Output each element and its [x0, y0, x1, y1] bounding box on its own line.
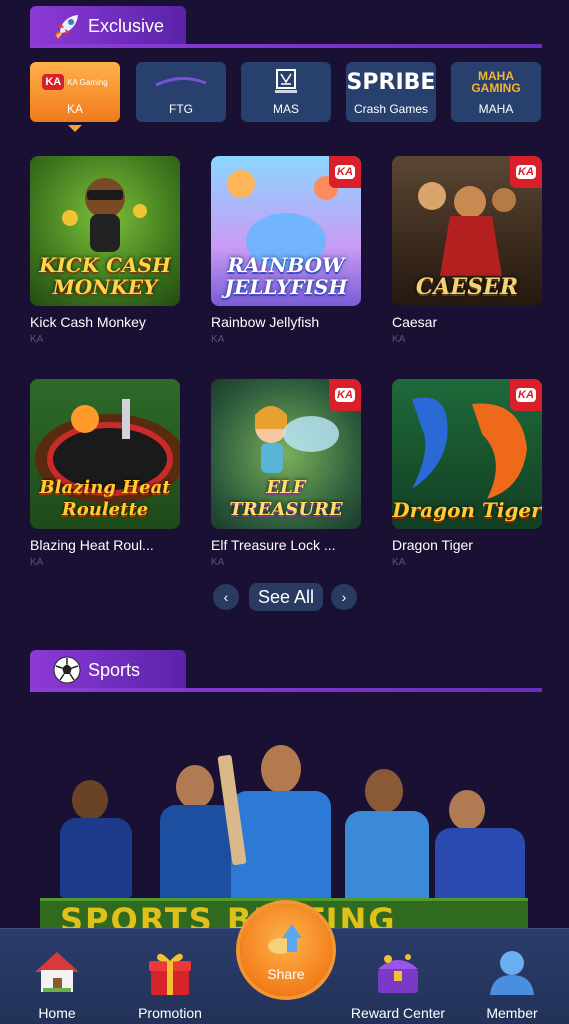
game-name: Elf Treasure Lock ... — [211, 537, 336, 553]
ka-badge-icon: KA — [329, 156, 361, 188]
cricketer-figure — [345, 769, 435, 909]
soccer-ball-icon — [50, 653, 84, 687]
provider-tab-mas[interactable]: MAS — [241, 62, 331, 122]
maha-logo: MAHA GAMING — [471, 69, 521, 95]
exclusive-title: Exclusive — [88, 15, 165, 36]
house-icon — [30, 945, 84, 999]
thumbnail-title: RAINBOW JELLYFISH — [224, 253, 348, 299]
ftg-logo — [142, 68, 220, 96]
nav-member[interactable]: Member — [462, 929, 562, 1024]
sports-section-header: Sports — [30, 650, 542, 694]
provider-tab-ka[interactable]: KA KA Gaming KA — [30, 62, 120, 122]
game-thumbnail[interactable]: KA Dragon Tiger — [392, 379, 542, 529]
share-icon — [268, 924, 302, 954]
user-avatar-icon — [485, 945, 539, 999]
exclusive-tab: Exclusive — [30, 6, 186, 46]
treasure-chest-icon — [371, 945, 425, 999]
game-card-kick-cash-monkey[interactable]: KICK CASH MONKEY Kick Cash Monkey KA — [30, 156, 180, 345]
games-pager: ‹ See All › — [213, 583, 359, 611]
thumbnail-title: Blazing Heat Roulette — [39, 477, 171, 520]
section-divider — [30, 688, 542, 692]
exclusive-section-header: Exclusive — [30, 6, 542, 50]
game-name: Dragon Tiger — [392, 537, 473, 553]
active-provider-caret — [68, 125, 82, 132]
prev-page-button[interactable]: ‹ — [213, 584, 239, 610]
cricketer-figure — [217, 745, 335, 905]
game-provider: KA — [30, 557, 44, 568]
game-thumbnail[interactable]: KA ELF TREASURE — [211, 379, 361, 529]
game-provider: KA — [392, 557, 406, 568]
game-provider: KA — [211, 334, 225, 345]
provider-tab-crash-games[interactable]: SPRIBE Crash Games — [346, 62, 436, 122]
game-card-dragon-tiger[interactable]: KA Dragon Tiger Dragon Tiger KA — [392, 379, 542, 568]
ka-badge-icon: KA — [510, 379, 542, 411]
provider-label: KA — [66, 102, 83, 116]
sports-title: Sports — [88, 659, 141, 680]
nav-member-label: Member — [486, 1005, 538, 1021]
game-name: Rainbow Jellyfish — [211, 314, 320, 330]
nav-share-button[interactable]: Share — [240, 904, 332, 996]
thumbnail-title: KICK CASH MONKEY — [39, 253, 171, 299]
chevron-right-icon: › — [341, 589, 347, 605]
game-provider: KA — [211, 557, 225, 568]
game-thumbnail[interactable]: Blazing Heat Roulette — [30, 379, 180, 529]
provider-label: Crash Games — [353, 102, 429, 116]
rocket-icon — [50, 9, 84, 43]
section-divider — [30, 44, 542, 48]
game-name: Blazing Heat Roul... — [30, 537, 154, 553]
game-card-caesar[interactable]: KA CAESER Caesar KA — [392, 156, 542, 345]
sports-betting-banner[interactable]: SPORTS BETTING — [40, 745, 530, 930]
game-card-rainbow-jellyfish[interactable]: KA RAINBOW JELLYFISH Rainbow Jellyfish K… — [211, 156, 361, 345]
sports-tab: Sports — [30, 650, 186, 690]
game-card-blazing-heat-roulette[interactable]: Blazing Heat Roulette Blazing Heat Roul.… — [30, 379, 180, 568]
thumbnail-title: CAESER — [415, 274, 519, 300]
nav-share-label: Share — [267, 966, 305, 982]
provider-tab-ftg[interactable]: FTG — [136, 62, 226, 122]
nav-promotion-label: Promotion — [138, 1005, 202, 1021]
game-thumbnail[interactable]: KA RAINBOW JELLYFISH — [211, 156, 361, 306]
game-name: Caesar — [392, 314, 438, 330]
nav-home-label: Home — [38, 1005, 76, 1021]
provider-label: MAS — [272, 102, 299, 116]
game-name: Kick Cash Monkey — [30, 314, 146, 330]
chevron-left-icon: ‹ — [223, 589, 229, 605]
ka-gaming-logo: KA KA Gaming — [36, 68, 114, 96]
spribe-logo: SPRIBE — [346, 69, 436, 95]
provider-label: MAHA — [478, 102, 514, 116]
nav-home[interactable]: Home — [7, 929, 107, 1024]
game-provider: KA — [392, 334, 406, 345]
thumbnail-title: Dragon Tiger — [392, 498, 542, 522]
game-provider: KA — [30, 334, 44, 345]
thumbnail-title: ELF TREASURE — [229, 477, 343, 520]
see-all-button[interactable]: See All — [249, 583, 323, 611]
nav-reward-center-label: Reward Center — [350, 1005, 446, 1021]
ka-badge-icon: KA — [510, 156, 542, 188]
game-thumbnail[interactable]: KA CAESER — [392, 156, 542, 306]
game-card-elf-treasure-lock[interactable]: KA ELF TREASURE Elf Treasure Lock ... KA — [211, 379, 361, 568]
nav-reward-center[interactable]: Reward Center — [348, 929, 448, 1024]
provider-label: FTG — [169, 102, 193, 116]
mas-logo — [247, 68, 325, 96]
cricketer-figure — [60, 780, 150, 900]
provider-tab-maha[interactable]: MAHA GAMING MAHA — [451, 62, 541, 122]
game-thumbnail[interactable]: KICK CASH MONKEY — [30, 156, 180, 306]
ka-badge-icon: KA — [329, 379, 361, 411]
gift-box-icon — [143, 945, 197, 999]
board-text: SPORTS BETTING — [60, 901, 397, 930]
provider-tabs: KA KA Gaming KA FTG MAS SPRIBE Crash Gam… — [30, 62, 542, 132]
next-page-button[interactable]: › — [331, 584, 357, 610]
nav-promotion[interactable]: Promotion — [120, 929, 220, 1024]
cricketer-figure — [435, 790, 530, 910]
